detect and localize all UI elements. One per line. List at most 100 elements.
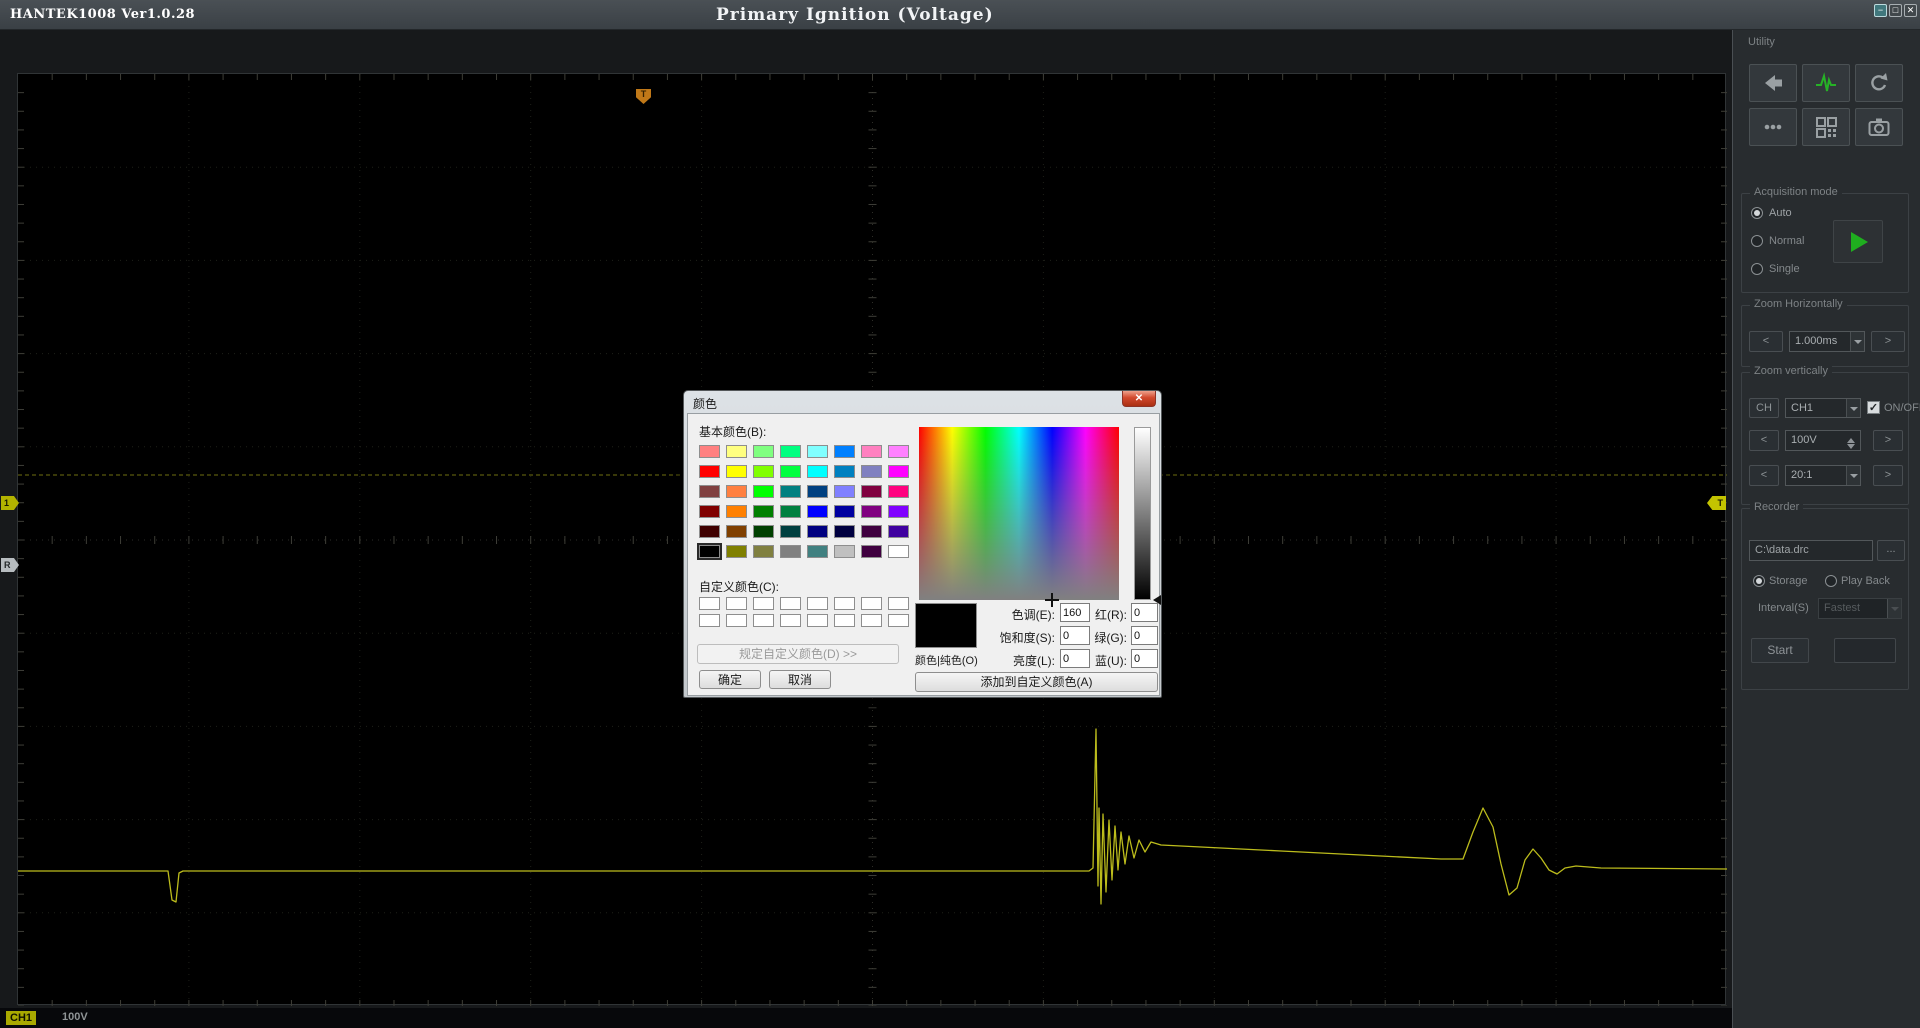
custom-color-swatch[interactable] [888,614,909,627]
close-button[interactable]: ✕ [1904,4,1917,17]
basic-color-swatch[interactable] [888,465,909,478]
basic-color-swatch[interactable] [807,465,828,478]
probe-increase-button[interactable]: > [1873,465,1903,486]
basic-color-swatch[interactable] [888,525,909,538]
channel-onoff-checkbox[interactable]: ✓ [1867,401,1880,414]
basic-color-swatch[interactable] [699,465,720,478]
basic-color-swatch[interactable] [861,445,882,458]
timebase-decrease-button[interactable]: < [1749,331,1783,352]
basic-color-swatch[interactable] [699,505,720,518]
back-button[interactable] [1749,64,1797,102]
luminance-input[interactable] [1060,649,1090,668]
maximize-button[interactable]: □ [1889,4,1902,17]
basic-color-swatch[interactable] [834,445,855,458]
basic-color-swatch[interactable] [834,485,855,498]
radio-storage[interactable] [1753,575,1765,587]
basic-color-swatch[interactable] [753,465,774,478]
basic-color-swatch[interactable] [699,525,720,538]
green-input[interactable] [1131,626,1158,645]
custom-color-swatch[interactable] [807,614,828,627]
basic-color-swatch[interactable] [834,465,855,478]
basic-color-swatch[interactable] [699,445,720,458]
run-button[interactable] [1833,220,1883,263]
probe-decrease-button[interactable]: < [1749,465,1779,486]
basic-color-swatch[interactable] [699,545,720,558]
basic-color-swatch[interactable] [726,445,747,458]
radio-single-label[interactable]: Single [1769,263,1800,275]
custom-color-swatch[interactable] [753,597,774,610]
custom-color-swatch[interactable] [699,597,720,610]
more-options-button[interactable] [1749,108,1797,146]
basic-color-swatch[interactable] [861,485,882,498]
radio-playback[interactable] [1825,575,1837,587]
basic-color-swatch[interactable] [861,545,882,558]
volts-spinner[interactable]: 100V [1785,430,1861,451]
basic-color-swatch[interactable] [888,545,909,558]
custom-color-swatch[interactable] [699,614,720,627]
custom-color-swatch[interactable] [861,597,882,610]
basic-color-swatch[interactable] [726,545,747,558]
hue-saturation-field[interactable] [919,427,1119,600]
basic-color-swatch[interactable] [753,525,774,538]
basic-color-swatch[interactable] [780,485,801,498]
red-input[interactable] [1131,603,1158,622]
channel-button[interactable]: CH [1749,398,1779,418]
basic-color-swatch[interactable] [807,505,828,518]
basic-color-swatch[interactable] [834,525,855,538]
basic-color-swatch[interactable] [753,545,774,558]
channel-select[interactable]: CH1 [1785,398,1861,418]
basic-color-swatch[interactable] [807,545,828,558]
custom-color-swatch[interactable] [834,614,855,627]
hue-saturation-cursor[interactable] [1045,593,1059,607]
basic-color-swatch[interactable] [780,505,801,518]
radio-normal-label[interactable]: Normal [1769,235,1804,247]
hue-input[interactable] [1060,603,1090,622]
basic-color-swatch[interactable] [861,465,882,478]
basic-color-swatch[interactable] [861,525,882,538]
basic-color-swatch[interactable] [780,525,801,538]
radio-auto[interactable] [1751,207,1763,219]
basic-color-swatch[interactable] [807,485,828,498]
record-path-input[interactable]: C:\data.drc [1749,540,1873,561]
waveform-mode-button[interactable] [1802,64,1850,102]
basic-color-swatch[interactable] [780,445,801,458]
blue-input[interactable] [1131,649,1158,668]
minimize-button[interactable]: − [1874,4,1887,17]
channel1-badge[interactable]: CH1 [6,1011,36,1025]
record-start-button[interactable]: Start [1751,638,1809,663]
undo-button[interactable] [1855,64,1903,102]
volts-increase-button[interactable]: > [1873,430,1903,451]
basic-color-swatch[interactable] [753,445,774,458]
timebase-select[interactable]: 1.000ms [1789,331,1865,352]
custom-color-swatch[interactable] [834,597,855,610]
basic-color-swatch[interactable] [726,505,747,518]
basic-color-swatch[interactable] [888,485,909,498]
radio-playback-label[interactable]: Play Back [1841,575,1890,587]
dialog-close-button[interactable]: ✕ [1122,391,1156,407]
cancel-button[interactable]: 取消 [769,670,831,689]
dropdown-arrow-icon[interactable] [1846,399,1860,417]
basic-color-swatch[interactable] [807,525,828,538]
basic-color-swatch[interactable] [888,505,909,518]
basic-color-swatch[interactable] [726,525,747,538]
ok-button[interactable]: 确定 [699,670,761,689]
custom-color-swatch[interactable] [726,597,747,610]
radio-auto-label[interactable]: Auto [1769,207,1792,219]
basic-color-swatch[interactable] [780,545,801,558]
radio-storage-label[interactable]: Storage [1769,575,1808,587]
dropdown-arrow-icon[interactable] [1850,332,1864,351]
basic-color-swatch[interactable] [834,505,855,518]
qr-code-button[interactable] [1802,108,1850,146]
add-to-custom-colors-button[interactable]: 添加到自定义颜色(A) [915,672,1158,692]
browse-button[interactable]: ... [1877,540,1905,561]
timebase-increase-button[interactable]: > [1871,331,1905,352]
screenshot-button[interactable] [1855,108,1903,146]
custom-color-swatch[interactable] [888,597,909,610]
custom-color-swatch[interactable] [726,614,747,627]
luminance-bar[interactable] [1134,427,1151,600]
basic-color-swatch[interactable] [780,465,801,478]
custom-color-swatch[interactable] [753,614,774,627]
volts-decrease-button[interactable]: < [1749,430,1779,451]
basic-color-swatch[interactable] [834,545,855,558]
custom-color-swatch[interactable] [807,597,828,610]
